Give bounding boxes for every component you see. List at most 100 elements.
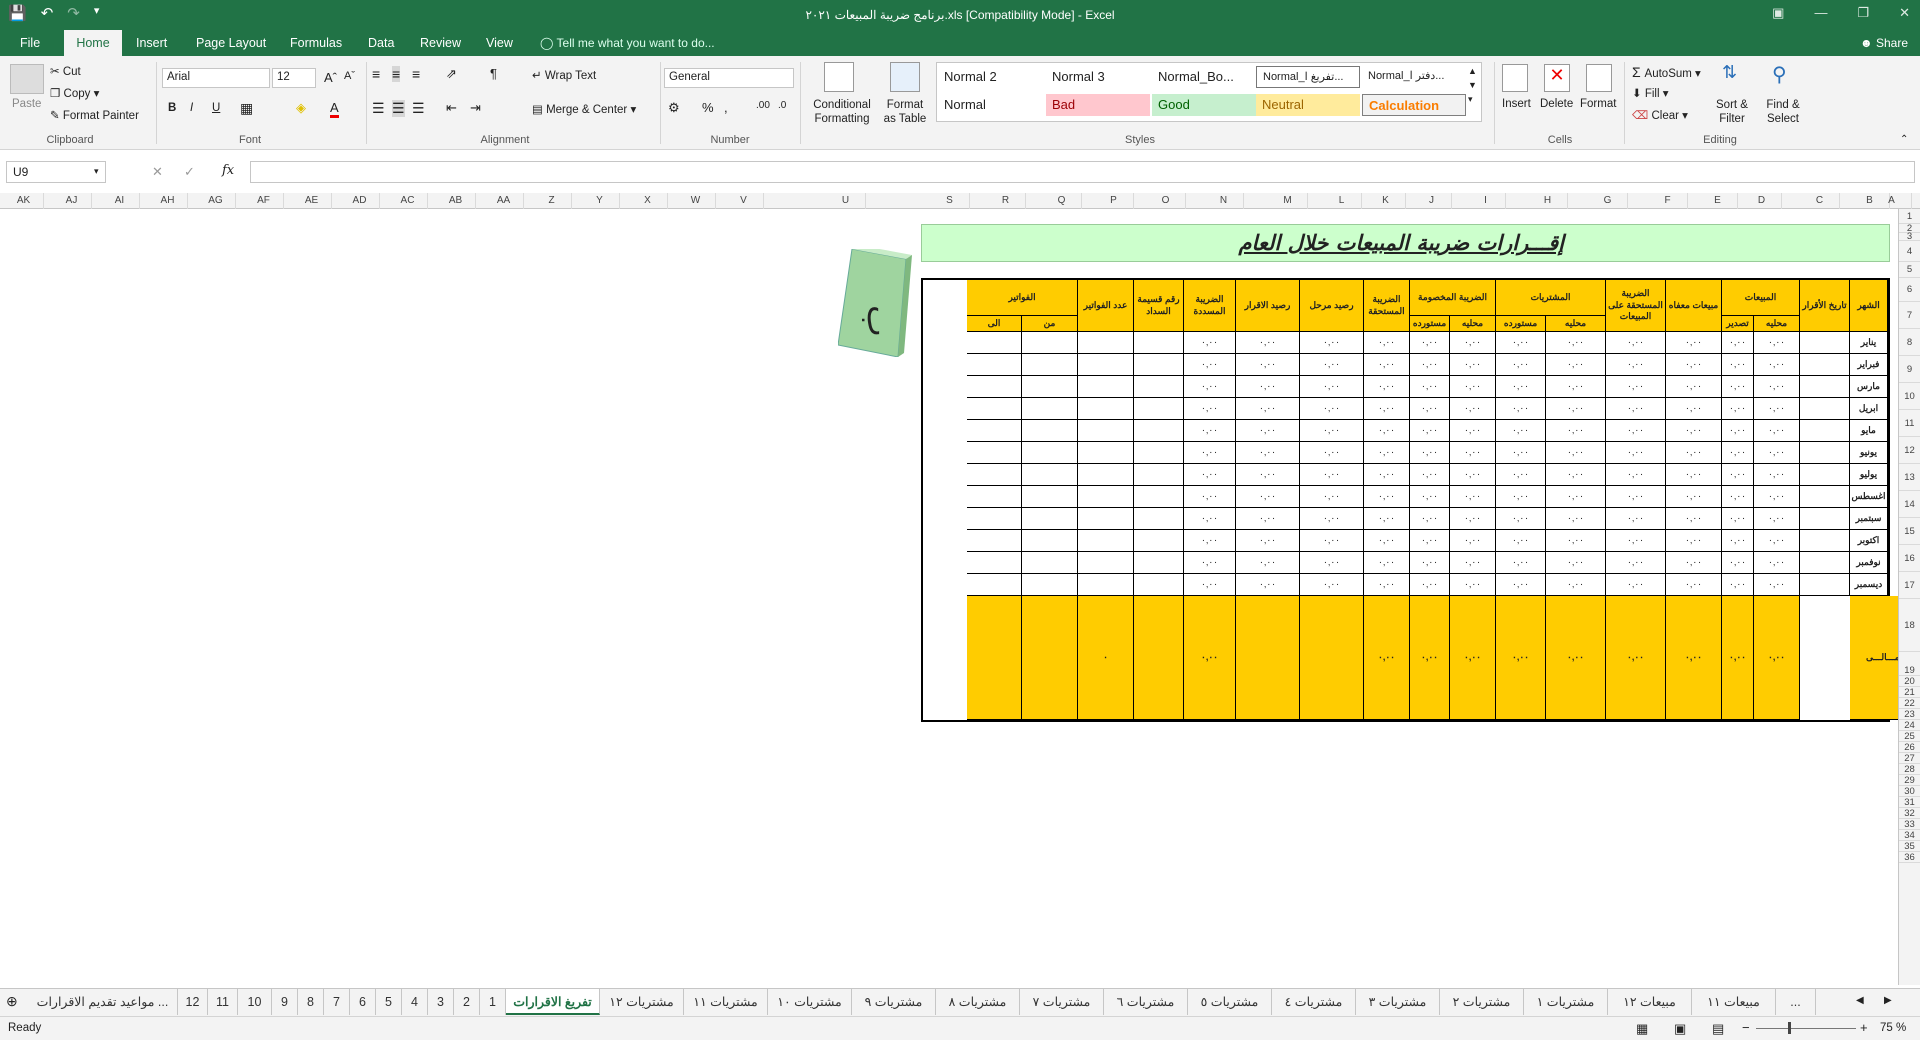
- value-cell[interactable]: ٠,٠٠: [1236, 354, 1300, 376]
- row-header[interactable]: 36: [1899, 852, 1920, 863]
- value-cell[interactable]: ٠,٠٠: [1364, 398, 1410, 420]
- column-header[interactable]: AD: [340, 193, 380, 209]
- value-cell[interactable]: ٠,٠٠: [1184, 376, 1236, 398]
- value-cell[interactable]: ٠,٠٠: [1496, 574, 1546, 596]
- column-header[interactable]: G: [1588, 193, 1628, 209]
- formula-input[interactable]: [250, 161, 1915, 183]
- total-cell[interactable]: [1022, 596, 1078, 720]
- value-cell[interactable]: ٠,٠٠: [1722, 332, 1754, 354]
- value-cell[interactable]: ٠,٠٠: [1666, 508, 1722, 530]
- sheet-tab[interactable]: 3: [428, 989, 454, 1015]
- style-calculation[interactable]: Calculation: [1362, 94, 1466, 116]
- header-paid[interactable]: الضريبة المسددة: [1184, 280, 1236, 332]
- sheet-tab[interactable]: 12: [178, 989, 208, 1015]
- table-cell[interactable]: [1800, 420, 1850, 442]
- value-cell[interactable]: ٠,٠٠: [1606, 464, 1666, 486]
- row-header[interactable]: 1: [1899, 209, 1920, 224]
- align-right-icon[interactable]: ☰: [412, 100, 425, 117]
- gallery-scroll-icon[interactable]: ▲ ▼ ▾: [1468, 64, 1477, 106]
- zoom-slider[interactable]: [1756, 1028, 1856, 1029]
- table-cell[interactable]: [967, 376, 1022, 398]
- table-cell[interactable]: [1800, 442, 1850, 464]
- sheet-tab[interactable]: مشتريات ١٠: [768, 989, 852, 1015]
- row-header[interactable]: 29: [1899, 775, 1920, 786]
- percent-icon[interactable]: %: [702, 100, 714, 115]
- row-header[interactable]: 17: [1899, 572, 1920, 599]
- sheet-tab[interactable]: مبيعات ١٢: [1608, 989, 1692, 1015]
- value-cell[interactable]: ٠,٠٠: [1606, 442, 1666, 464]
- currency-icon[interactable]: ⚙: [668, 100, 680, 116]
- month-label[interactable]: نوفمبر: [1850, 552, 1888, 574]
- month-label[interactable]: يونيو: [1850, 442, 1888, 464]
- value-cell[interactable]: ٠,٠٠: [1236, 508, 1300, 530]
- value-cell[interactable]: ٠,٠٠: [1410, 442, 1450, 464]
- insert-cells-button[interactable]: Insert: [1502, 98, 1531, 110]
- value-cell[interactable]: ٠,٠٠: [1666, 420, 1722, 442]
- page-layout-view-icon[interactable]: ▣: [1674, 1021, 1686, 1037]
- table-cell[interactable]: [1078, 552, 1134, 574]
- value-cell[interactable]: ٠,٠٠: [1364, 486, 1410, 508]
- style-normal[interactable]: Normal: [938, 94, 1042, 116]
- style-normal-tafrigh[interactable]: Normal_تفريغ ا...: [1256, 66, 1360, 88]
- value-cell[interactable]: ٠,٠٠: [1722, 486, 1754, 508]
- row-header[interactable]: 21: [1899, 687, 1920, 698]
- value-cell[interactable]: ٠,٠٠: [1364, 332, 1410, 354]
- value-cell[interactable]: ٠,٠٠: [1300, 508, 1364, 530]
- month-label[interactable]: يناير: [1850, 332, 1888, 354]
- conditional-formatting-button[interactable]: Conditional Formatting: [804, 98, 880, 126]
- value-cell[interactable]: ٠,٠٠: [1236, 398, 1300, 420]
- paste-label[interactable]: Paste: [12, 98, 41, 110]
- table-cell[interactable]: [1078, 574, 1134, 596]
- value-cell[interactable]: ٠,٠٠: [1722, 420, 1754, 442]
- value-cell[interactable]: ٠,٠٠: [1606, 354, 1666, 376]
- column-header[interactable]: AB: [436, 193, 476, 209]
- row-header[interactable]: 31: [1899, 797, 1920, 808]
- table-cell[interactable]: [1078, 420, 1134, 442]
- row-header[interactable]: 12: [1899, 437, 1920, 464]
- value-cell[interactable]: ٠,٠٠: [1450, 332, 1496, 354]
- column-header[interactable]: U: [826, 193, 866, 209]
- style-neutral[interactable]: Neutral: [1256, 94, 1360, 116]
- row-header[interactable]: 30: [1899, 786, 1920, 797]
- column-header[interactable]: P: [1094, 193, 1134, 209]
- month-label[interactable]: يوليو: [1850, 464, 1888, 486]
- value-cell[interactable]: ٠,٠٠: [1410, 486, 1450, 508]
- value-cell[interactable]: ٠,٠٠: [1666, 354, 1722, 376]
- value-cell[interactable]: ٠,٠٠: [1450, 442, 1496, 464]
- zoom-in-icon[interactable]: +: [1860, 1020, 1868, 1035]
- row-header[interactable]: 13: [1899, 464, 1920, 491]
- cut-button[interactable]: ✂ Cut: [50, 64, 81, 78]
- header-invoices[interactable]: الفواتير: [967, 280, 1078, 316]
- total-cell[interactable]: ٠,٠٠: [1410, 596, 1450, 720]
- value-cell[interactable]: ٠,٠٠: [1300, 376, 1364, 398]
- value-cell[interactable]: ٠,٠٠: [1184, 486, 1236, 508]
- find-select-button[interactable]: Find & Select: [1758, 98, 1808, 126]
- value-cell[interactable]: ٠,٠٠: [1754, 376, 1800, 398]
- column-header[interactable]: E: [1698, 193, 1738, 209]
- wrap-text-button[interactable]: ↵ Wrap Text: [532, 68, 596, 82]
- table-cell[interactable]: [1800, 376, 1850, 398]
- value-cell[interactable]: ٠,٠٠: [1666, 464, 1722, 486]
- style-normal-bo[interactable]: Normal_Bo...: [1152, 66, 1256, 88]
- column-header[interactable]: AG: [196, 193, 236, 209]
- style-good[interactable]: Good: [1152, 94, 1256, 116]
- value-cell[interactable]: ٠,٠٠: [1666, 398, 1722, 420]
- tab-data[interactable]: Data: [360, 30, 402, 56]
- column-header[interactable]: N: [1204, 193, 1244, 209]
- table-cell[interactable]: [1078, 464, 1134, 486]
- table-cell[interactable]: [967, 442, 1022, 464]
- value-cell[interactable]: ٠,٠٠: [1184, 574, 1236, 596]
- total-cell[interactable]: ٠,٠٠: [1496, 596, 1546, 720]
- sheet-tab[interactable]: 2: [454, 989, 480, 1015]
- column-header[interactable]: A: [1872, 193, 1912, 209]
- value-cell[interactable]: ٠,٠٠: [1754, 486, 1800, 508]
- total-cell[interactable]: [1300, 596, 1364, 720]
- copy-button[interactable]: ❐ Copy ▾: [50, 86, 99, 100]
- table-cell[interactable]: [1022, 464, 1078, 486]
- table-cell[interactable]: [1078, 530, 1134, 552]
- tab-home[interactable]: Home: [64, 30, 122, 56]
- value-cell[interactable]: ٠,٠٠: [1754, 332, 1800, 354]
- header-month[interactable]: الشهر: [1850, 280, 1888, 332]
- table-cell[interactable]: [1022, 420, 1078, 442]
- value-cell[interactable]: ٠,٠٠: [1364, 552, 1410, 574]
